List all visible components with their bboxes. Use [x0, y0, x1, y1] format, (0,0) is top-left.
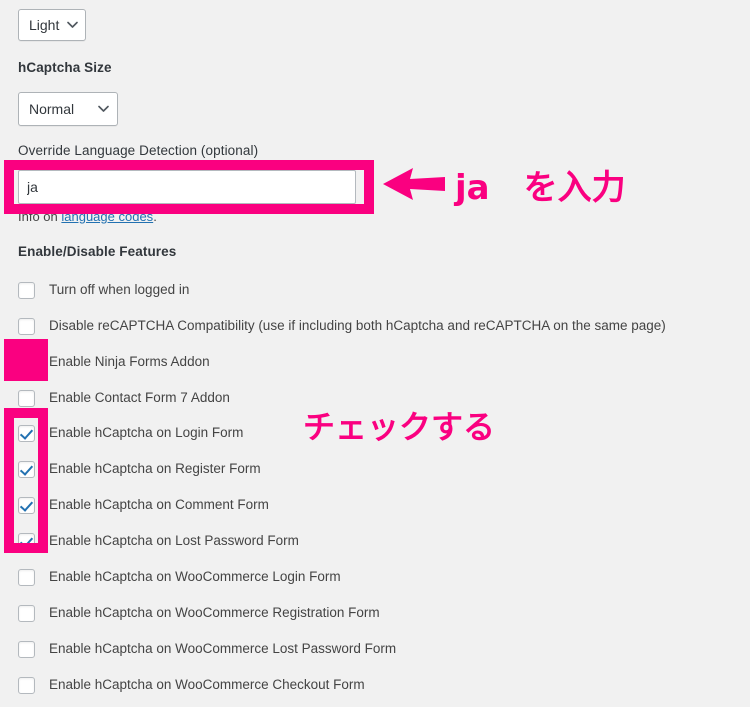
checkbox-unchecked-icon[interactable]: [18, 640, 35, 658]
feature-checkbox-label: Enable hCaptcha on WooCommerce Login For…: [49, 569, 341, 585]
feature-checkbox-label: Enable hCaptcha on Login Form: [49, 425, 244, 441]
feature-checkbox-label: Enable hCaptcha on Lost Password Form: [49, 533, 299, 549]
override-language-label: Override Language Detection (optional): [18, 143, 259, 158]
hcaptcha-theme-select-value: Light: [29, 17, 60, 33]
feature-checkbox-row[interactable]: Enable hCaptcha on Lost Password Form: [18, 530, 299, 552]
feature-checkbox-label: Enable Contact Form 7 Addon: [49, 390, 230, 406]
feature-checkbox-label: Enable hCaptcha on WooCommerce Registrat…: [49, 605, 380, 621]
feature-checkbox-label: Enable hCaptcha on WooCommerce Checkout …: [49, 677, 365, 693]
chevron-down-icon: [98, 105, 109, 113]
feature-checkbox-row[interactable]: Enable hCaptcha on WooCommerce Checkout …: [18, 674, 365, 696]
annotation-checkbox-callout: チェックする: [303, 408, 496, 446]
feature-checkbox-row[interactable]: Enable hCaptcha on Comment Form: [18, 494, 269, 516]
checkbox-unchecked-icon[interactable]: [18, 676, 35, 694]
feature-checkbox-row[interactable]: Enable hCaptcha on Register Form: [18, 458, 261, 480]
hcaptcha-size-select[interactable]: Normal: [18, 92, 118, 126]
checkbox-unchecked-icon[interactable]: [18, 281, 35, 299]
feature-checkbox-label: Enable Ninja Forms Addon: [49, 354, 210, 370]
feature-checkbox-row[interactable]: Enable hCaptcha on Login Form: [18, 422, 243, 444]
feature-checkbox-label: Enable hCaptcha on Register Form: [49, 461, 261, 477]
settings-page: Light hCaptcha Size Normal Override Lang…: [0, 0, 750, 707]
feature-checkbox-label: Turn off when logged in: [49, 282, 190, 298]
checkbox-unchecked-icon[interactable]: [18, 568, 35, 586]
features-heading: Enable/Disable Features: [18, 244, 177, 259]
checkbox-unchecked-icon[interactable]: [18, 389, 35, 407]
feature-checkbox-row[interactable]: Enable hCaptcha on WooCommerce Registrat…: [18, 602, 380, 624]
feature-checkbox-row[interactable]: Enable Contact Form 7 Addon: [18, 387, 230, 409]
hcaptcha-theme-select[interactable]: Light: [18, 9, 86, 41]
feature-checkbox-row[interactable]: Enable hCaptcha on WooCommerce Lost Pass…: [18, 638, 396, 660]
left-arrow-icon: [383, 160, 455, 206]
checkbox-unchecked-icon[interactable]: [18, 604, 35, 622]
annotation-input-highlight: [4, 160, 374, 214]
chevron-down-icon: [67, 21, 79, 29]
hcaptcha-size-label: hCaptcha Size: [18, 60, 112, 75]
feature-checkbox-label: Enable hCaptcha on WooCommerce Lost Pass…: [49, 641, 397, 657]
annotation-forms-highlight: [4, 408, 48, 553]
feature-checkbox-label: Enable hCaptcha on Comment Form: [49, 497, 269, 513]
checkbox-unchecked-icon[interactable]: [18, 317, 35, 335]
feature-checkbox-row[interactable]: Enable hCaptcha on WooCommerce Login For…: [18, 566, 341, 588]
feature-checkbox-row[interactable]: Turn off when logged in: [18, 279, 189, 301]
feature-checkbox-label: Disable reCAPTCHA Compatibility (use if …: [49, 318, 666, 334]
annotation-input-callout: ja を入力: [455, 168, 626, 208]
hcaptcha-size-select-value: Normal: [29, 101, 75, 117]
feature-checkbox-row[interactable]: Disable reCAPTCHA Compatibility (use if …: [18, 315, 666, 337]
annotation-ninja-highlight: [4, 339, 48, 381]
